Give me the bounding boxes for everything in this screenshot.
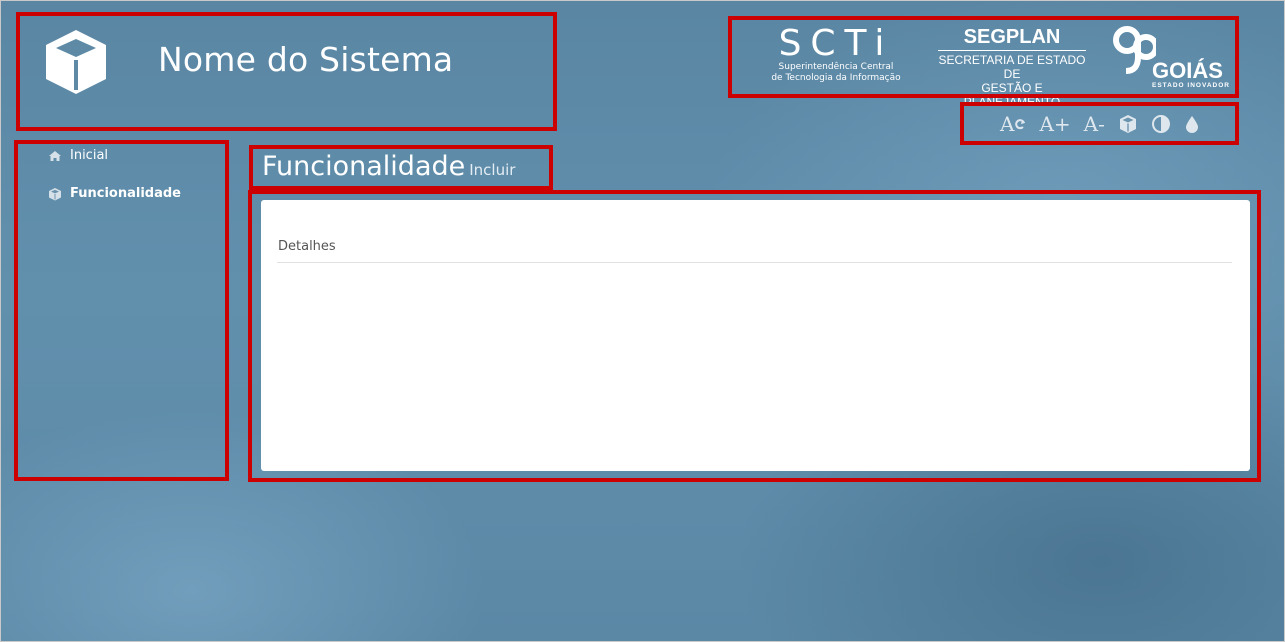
highlight-box-logos: [728, 16, 1239, 98]
highlight-box-sidebar: [14, 140, 229, 481]
highlight-box-title: [249, 145, 553, 190]
highlight-box-content: [248, 190, 1261, 482]
highlight-box-toolbar: [960, 102, 1239, 145]
highlight-box-header: [16, 12, 557, 131]
